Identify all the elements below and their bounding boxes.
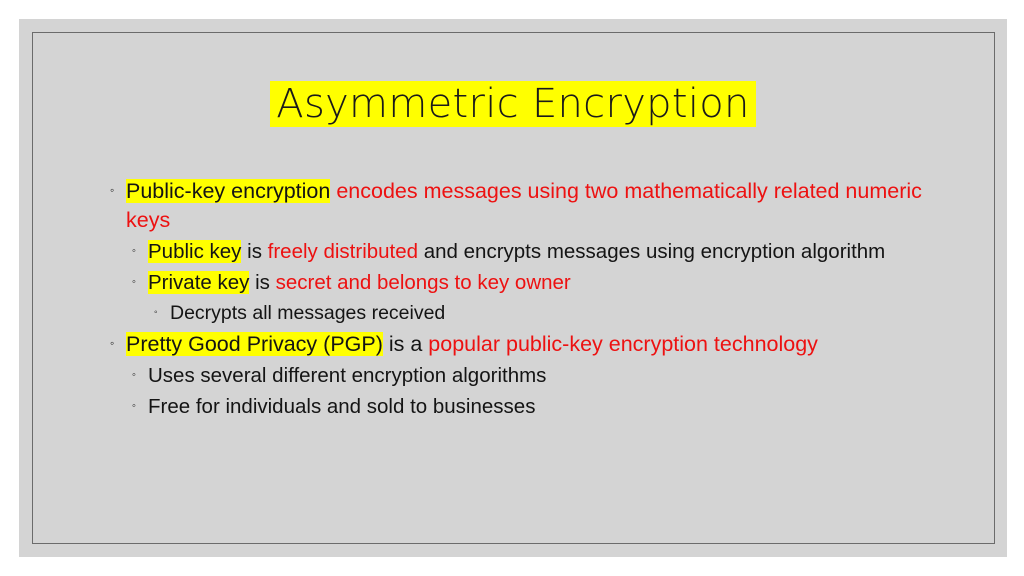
slide-body-content: ◦ Public-key encryption encodes messages … bbox=[94, 177, 924, 424]
bullet-text: Public key is freely distributed and enc… bbox=[148, 238, 924, 266]
text-segment-red: freely distributed bbox=[267, 240, 419, 263]
text-segment-red: secret and belongs to key owner bbox=[275, 271, 571, 294]
text-segment-black: Free for individuals and sold to busines… bbox=[148, 395, 536, 418]
text-segment-hl: Public-key encryption bbox=[126, 179, 331, 203]
text-segment-black: and encrypts messages using encryption a… bbox=[418, 240, 886, 263]
bullet-item: ◦ Public-key encryption encodes messages … bbox=[94, 177, 924, 235]
bullet-item: ◦ Decrypts all messages received bbox=[94, 300, 924, 327]
bullet-text: Private key is secret and belongs to key… bbox=[148, 269, 924, 297]
bullet-text: Public-key encryption encodes messages u… bbox=[126, 177, 924, 235]
text-segment-black: is bbox=[241, 240, 268, 263]
text-segment-hl: Private key bbox=[148, 271, 250, 294]
bullet-item: ◦ Pretty Good Privacy (PGP) is a popular … bbox=[94, 330, 924, 359]
text-segment-hl: Public key bbox=[148, 240, 242, 263]
bullet-text: Decrypts all messages received bbox=[170, 300, 924, 327]
text-segment-black: Decrypts all messages received bbox=[170, 302, 446, 324]
text-segment-red: popular public-key encryption technology bbox=[428, 332, 818, 356]
bullet-item: ◦ Private key is secret and belongs to ke… bbox=[94, 269, 924, 297]
slide-title-container: Asymmetric Encryption bbox=[19, 81, 1007, 127]
text-segment-hl: Pretty Good Privacy (PGP) bbox=[126, 332, 383, 356]
page-title: Asymmetric Encryption bbox=[270, 81, 756, 127]
bullet-text: Pretty Good Privacy (PGP) is a popular p… bbox=[126, 330, 924, 359]
bullet-circle-icon: ◦ bbox=[110, 336, 115, 350]
text-segment-black: is a bbox=[382, 332, 429, 356]
bullet-item: ◦ Uses several different encryption algor… bbox=[94, 362, 924, 390]
bullet-item: ◦ Public key is freely distributed and en… bbox=[94, 238, 924, 266]
slide-canvas: Asymmetric Encryption ◦ Public-key encryp… bbox=[19, 19, 1007, 557]
bullet-circle-icon: ◦ bbox=[132, 276, 136, 288]
text-segment-black: is bbox=[249, 271, 276, 294]
bullet-text: Free for individuals and sold to busines… bbox=[148, 393, 924, 421]
bullet-circle-icon: ◦ bbox=[132, 400, 136, 412]
bullet-item: ◦ Free for individuals and sold to busine… bbox=[94, 393, 924, 421]
bullet-circle-icon: ◦ bbox=[110, 183, 115, 197]
bullet-circle-icon: ◦ bbox=[154, 307, 158, 318]
bullet-circle-icon: ◦ bbox=[132, 369, 136, 381]
bullet-circle-icon: ◦ bbox=[132, 245, 136, 257]
bullet-text: Uses several different encryption algori… bbox=[148, 362, 924, 390]
text-segment-black: Uses several different encryption algori… bbox=[148, 364, 547, 387]
